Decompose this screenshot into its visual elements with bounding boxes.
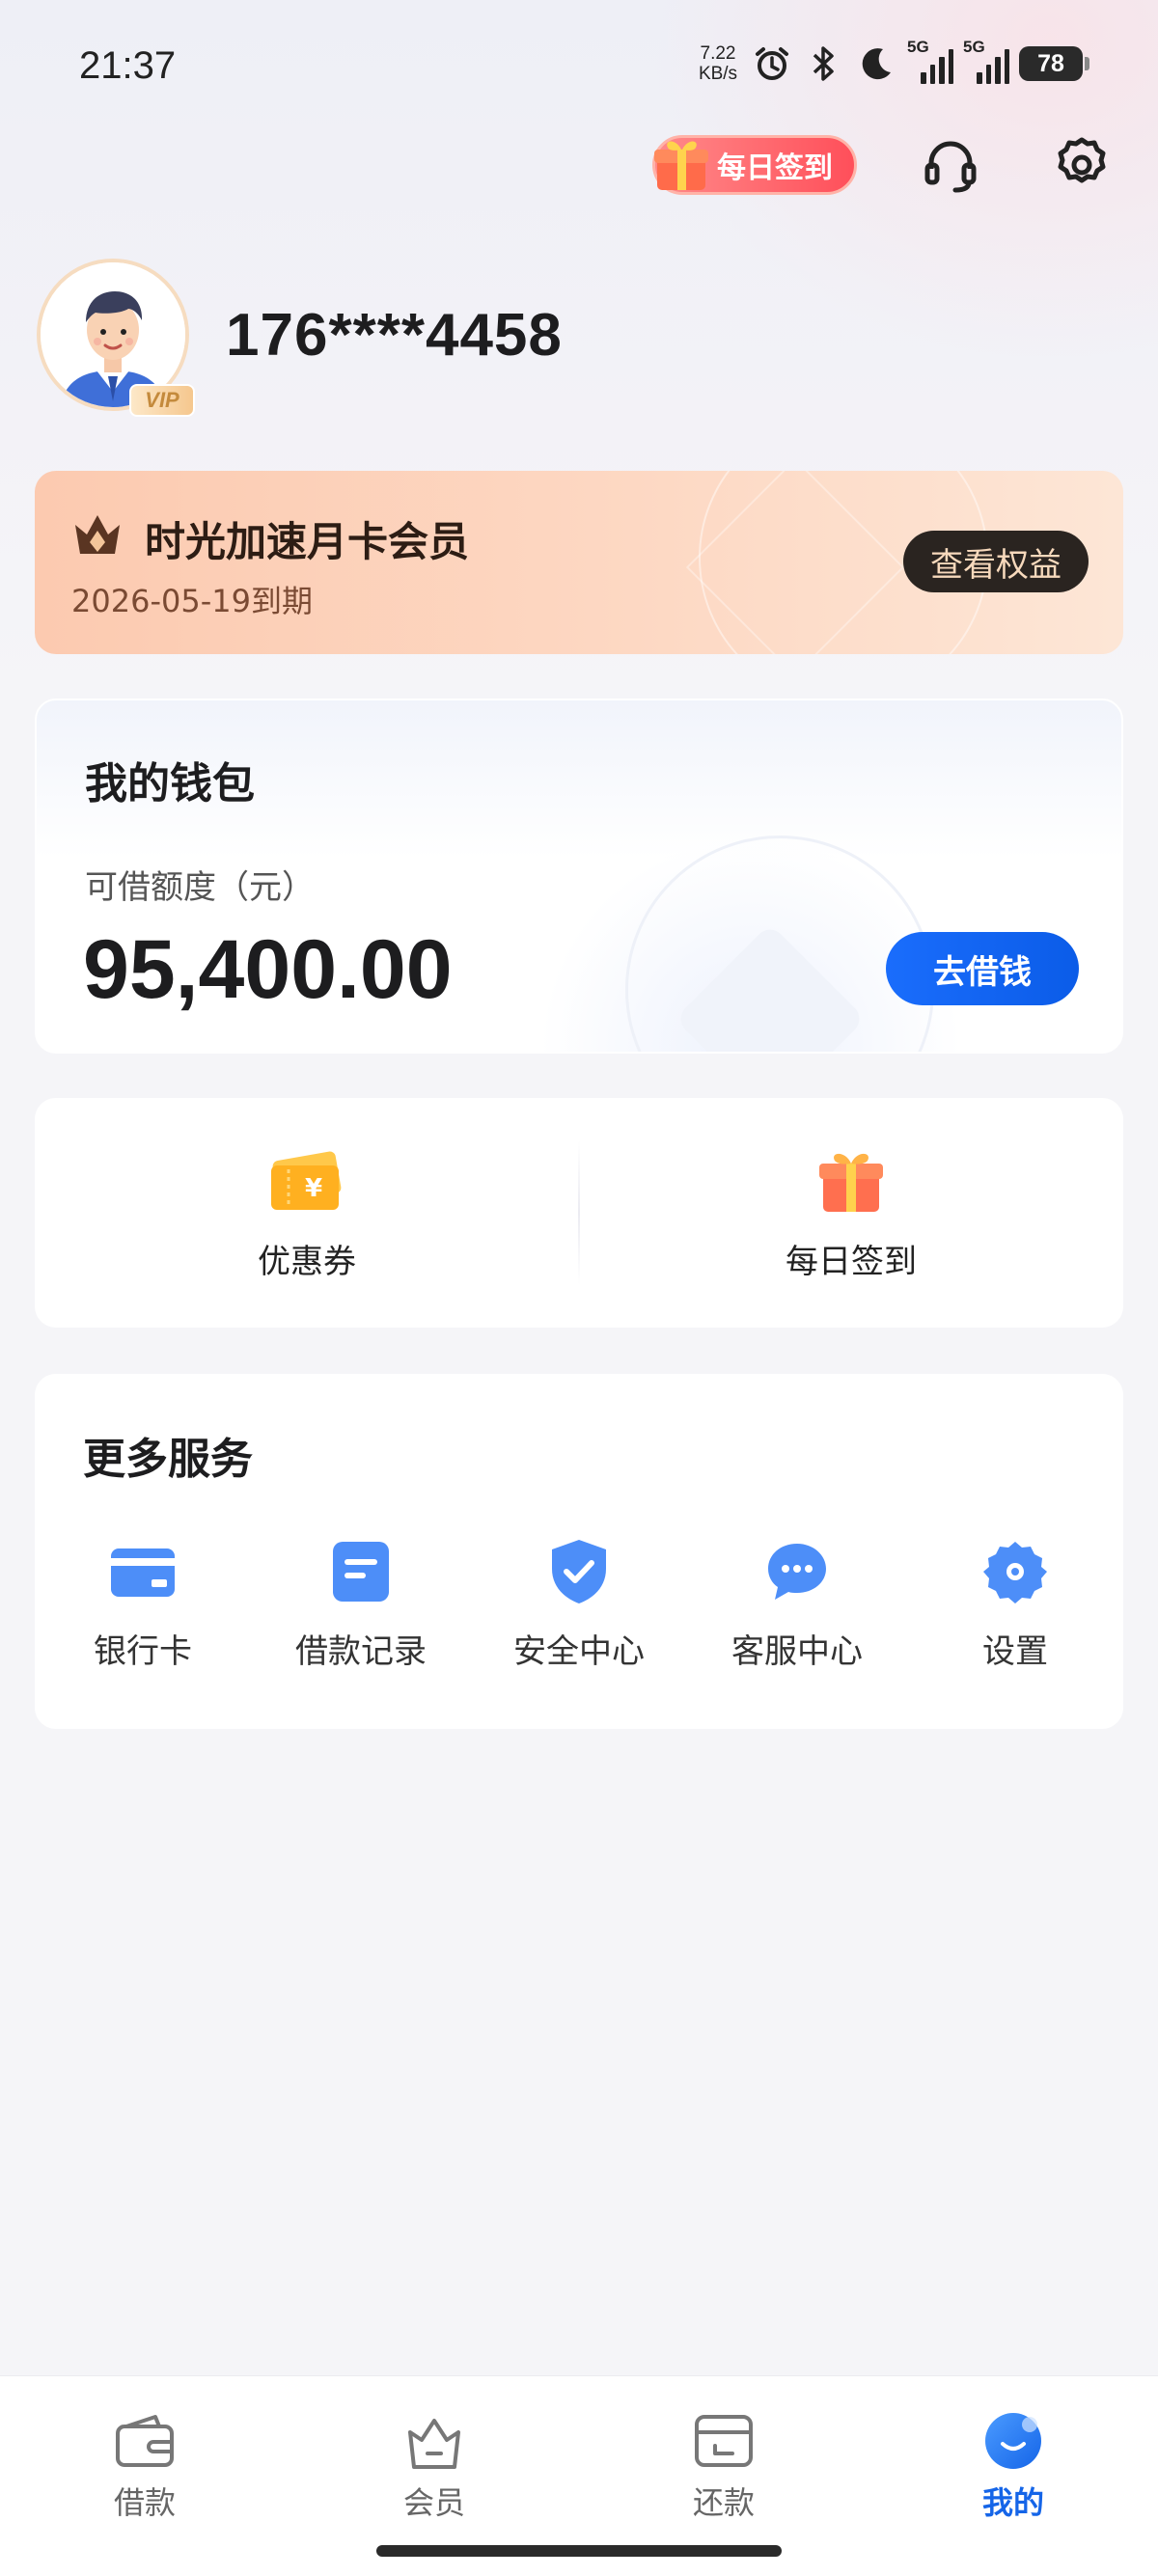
- user-phone: 176****4458: [226, 302, 563, 369]
- service-label: 安全中心: [513, 1632, 645, 1671]
- service-security-center[interactable]: 安全中心: [482, 1536, 676, 1672]
- coupon-icon: ¥: [271, 1151, 342, 1210]
- service-loan-records[interactable]: 借款记录: [264, 1536, 457, 1672]
- signal-2-label: 5G: [963, 38, 985, 56]
- moon-icon: [855, 42, 897, 85]
- daily-checkin-button[interactable]: 每日签到: [652, 135, 857, 195]
- tab-label: 还款: [692, 2484, 755, 2521]
- tab-mine[interactable]: 我的: [917, 2409, 1110, 2523]
- service-label: 客服中心: [731, 1632, 863, 1671]
- gift-icon: [819, 1153, 883, 1212]
- coupon-label: 优惠券: [258, 1243, 356, 1281]
- gear-icon[interactable]: [1048, 131, 1116, 199]
- view-benefits-button[interactable]: 查看权益: [903, 531, 1089, 592]
- daily-checkin-label: 每日签到: [786, 1243, 917, 1281]
- vip-badge: VIP: [129, 384, 195, 417]
- wallet-card: 我的钱包 可借额度（元） 95,400.00 去借钱: [35, 699, 1123, 1054]
- service-customer-center[interactable]: 客服中心: [701, 1536, 894, 1672]
- membership-card[interactable]: 时光加速月卡会员 2026-05-19到期 查看权益: [35, 471, 1123, 654]
- quick-actions-card: ¥ 优惠券 每日签到: [35, 1098, 1123, 1328]
- credit-limit-amount: 95,400.00: [83, 923, 453, 1016]
- status-time: 21:37: [79, 44, 177, 87]
- home-indicator[interactable]: [376, 2545, 782, 2557]
- tab-repay[interactable]: 还款: [627, 2409, 820, 2523]
- more-services-card: 更多服务 银行卡 借款记录 安全中心 客服中心 设置: [35, 1374, 1123, 1729]
- membership-expiry: 2026-05-19到期: [71, 583, 313, 619]
- signal-icon: 5G: [907, 38, 953, 84]
- daily-checkin-item[interactable]: 每日签到: [579, 1098, 1123, 1328]
- tab-label: 会员: [402, 2484, 465, 2521]
- wallet-title: 我的钱包: [85, 759, 255, 808]
- avatar[interactable]: VIP: [37, 259, 195, 417]
- tab-member[interactable]: 会员: [338, 2409, 531, 2523]
- member-bag-icon: [402, 2409, 466, 2473]
- gift-icon: [654, 141, 708, 190]
- signal-1-label: 5G: [907, 38, 929, 56]
- daily-checkin-label: 每日签到: [717, 151, 833, 185]
- service-label: 银行卡: [94, 1632, 192, 1671]
- signal-icon: 5G: [963, 38, 1009, 84]
- credit-limit-label: 可借额度（元）: [85, 868, 315, 907]
- status-icons: 7.22 KB/s 5G 5G 78: [695, 38, 1089, 85]
- borrow-button[interactable]: 去借钱: [886, 932, 1079, 1005]
- alarm-icon: [751, 42, 793, 85]
- network-speed-value: 7.22: [700, 43, 736, 64]
- status-bar: 21:37 7.22 KB/s 5G 5G 78: [0, 0, 1158, 135]
- membership-title: 时光加速月卡会员: [145, 518, 470, 565]
- tab-label: 我的: [981, 2484, 1044, 2521]
- crown-icon: [75, 515, 120, 554]
- gear-icon: [979, 1536, 1051, 1607]
- shield-icon: [543, 1536, 615, 1607]
- svg-text:¥: ¥: [305, 1174, 322, 1203]
- network-speed: 7.22 KB/s: [695, 43, 741, 84]
- coupon-item[interactable]: ¥ 优惠券: [35, 1098, 579, 1328]
- tab-loan[interactable]: 借款: [48, 2409, 241, 2523]
- headset-icon[interactable]: [917, 131, 984, 199]
- network-speed-unit: KB/s: [698, 64, 738, 84]
- record-icon: [325, 1536, 397, 1607]
- profile-smile-icon: [981, 2409, 1045, 2473]
- chat-icon: [761, 1536, 833, 1607]
- repay-icon: [692, 2409, 756, 2473]
- service-label: 设置: [982, 1632, 1048, 1671]
- wallet-icon: [113, 2409, 177, 2473]
- more-services-title: 更多服务: [83, 1435, 253, 1484]
- bluetooth-icon: [803, 42, 845, 85]
- tab-label: 借款: [113, 2484, 176, 2521]
- service-settings[interactable]: 设置: [919, 1536, 1112, 1672]
- service-bank-card[interactable]: 银行卡: [46, 1536, 239, 1672]
- battery-icon: 78: [1019, 46, 1089, 81]
- service-label: 借款记录: [295, 1632, 427, 1671]
- bank-card-icon: [107, 1536, 179, 1607]
